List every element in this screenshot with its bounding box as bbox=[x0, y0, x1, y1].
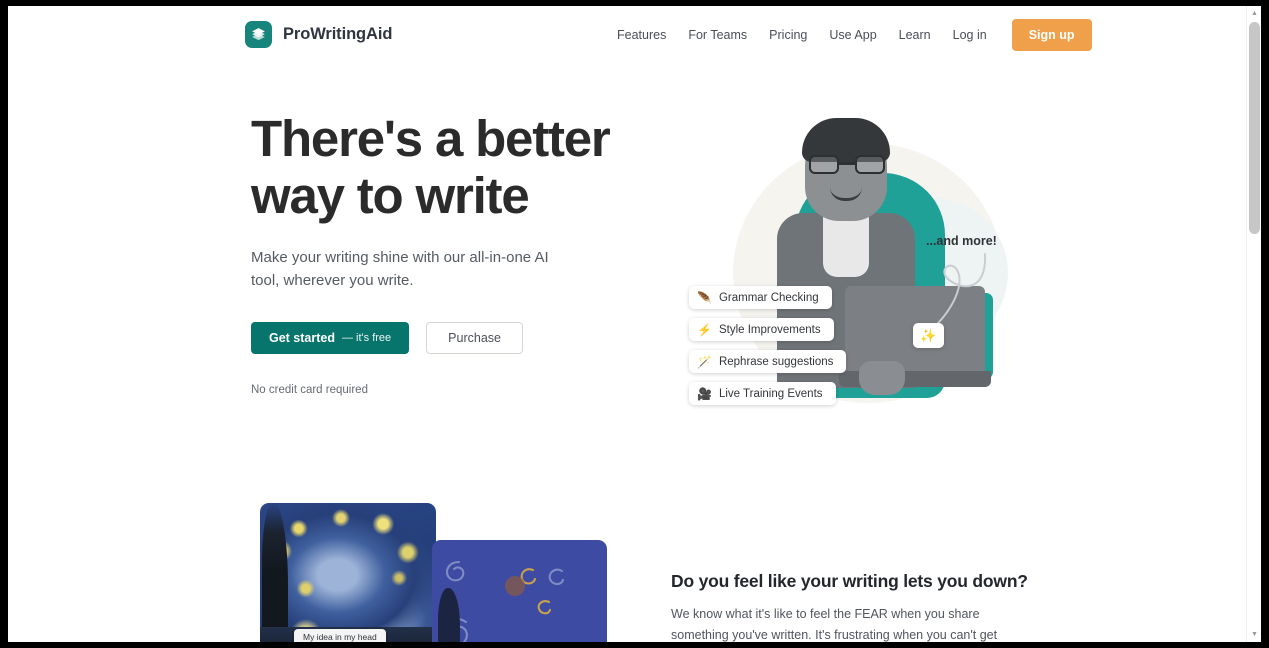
feature-chip-label: Grammar Checking bbox=[718, 291, 819, 304]
nav-item-for-teams[interactable]: For Teams bbox=[677, 22, 758, 48]
idea-caption: My idea in my head bbox=[294, 629, 386, 642]
purchase-button[interactable]: Purchase bbox=[426, 321, 523, 354]
main-navigation: Features For Teams Pricing Use App Learn… bbox=[606, 18, 1092, 51]
movie-camera-icon: 🎥 bbox=[697, 386, 712, 401]
browser-window: ProWritingAid Features For Teams Pricing… bbox=[0, 0, 1269, 648]
vertical-scrollbar[interactable]: ▲ ▼ bbox=[1246, 6, 1261, 642]
brand-name: ProWritingAid bbox=[283, 25, 393, 43]
nav-item-learn[interactable]: Learn bbox=[888, 22, 942, 48]
prowritingaid-book-logo-icon bbox=[245, 21, 272, 48]
get-started-label: Get started bbox=[269, 330, 335, 345]
feature-chip-style-improvements[interactable]: ⚡ Style Improvements bbox=[689, 318, 834, 341]
sparkles-chip[interactable]: ✨ bbox=[913, 323, 944, 348]
page-content: ProWritingAid Features For Teams Pricing… bbox=[8, 6, 1246, 642]
curved-pointer-line-icon bbox=[930, 253, 987, 331]
get-started-button[interactable]: Get started — it's free bbox=[251, 321, 410, 354]
feature-chip-grammar-checking[interactable]: 🪶 Grammar Checking bbox=[689, 286, 832, 309]
hero-cta-group: Get started — it's free Purchase bbox=[251, 321, 611, 354]
no-credit-card-note: No credit card required bbox=[251, 383, 368, 396]
starry-night-painting bbox=[260, 503, 436, 642]
feather-pen-icon: 🪶 bbox=[697, 290, 712, 305]
feature-chip-rephrase-suggestions[interactable]: 🪄 Rephrase suggestions bbox=[689, 350, 847, 373]
and-more-callout: ...and more! bbox=[926, 234, 997, 248]
hero-subtitle: Make your writing shine with our all-in-… bbox=[251, 249, 549, 290]
feature-chip-live-training-events[interactable]: 🎥 Live Training Events bbox=[689, 382, 836, 405]
page-viewport: ProWritingAid Features For Teams Pricing… bbox=[8, 6, 1261, 642]
hero-title-line-1: There's a better bbox=[251, 110, 611, 167]
feature-chip-label: Live Training Events bbox=[718, 387, 823, 400]
section2-paragraph: We know what it's like to feel the FEAR … bbox=[671, 607, 998, 642]
nav-item-log-in[interactable]: Log in bbox=[942, 22, 998, 48]
scroll-down-arrow-icon[interactable]: ▼ bbox=[1247, 627, 1261, 642]
sign-up-button[interactable]: Sign up bbox=[1011, 18, 1092, 51]
nav-item-features[interactable]: Features bbox=[606, 22, 677, 48]
lightning-bolt-icon: ⚡ bbox=[697, 322, 712, 337]
site-header: ProWritingAid Features For Teams Pricing… bbox=[8, 6, 1246, 63]
person-shirt bbox=[823, 215, 869, 277]
get-started-suffix: — it's free bbox=[342, 331, 392, 344]
cypress-tree-shape bbox=[262, 503, 288, 642]
hero-illustration: 🪶 Grammar Checking ⚡ Style Improvements … bbox=[673, 103, 1023, 448]
feature-chip-label: Rephrase suggestions bbox=[718, 355, 834, 368]
hero-section: There's a better way to write Make your … bbox=[8, 63, 1246, 493]
scroll-up-arrow-icon[interactable]: ▲ bbox=[1247, 6, 1261, 21]
scrollbar-thumb[interactable] bbox=[1249, 22, 1260, 234]
hero-title-line-2: way to write bbox=[251, 167, 530, 225]
hero-title: There's a better way to write bbox=[251, 110, 611, 224]
brand-logo-link[interactable]: ProWritingAid bbox=[245, 21, 392, 48]
writing-lets-you-down-section: My idea in my head Do you feel like your… bbox=[8, 493, 1246, 642]
nav-item-pricing[interactable]: Pricing bbox=[758, 22, 818, 48]
nav-item-use-app[interactable]: Use App bbox=[818, 22, 887, 48]
feature-chip-list: 🪶 Grammar Checking ⚡ Style Improvements … bbox=[689, 286, 847, 405]
feature-chip-label: Style Improvements bbox=[718, 323, 821, 336]
person-hand bbox=[859, 361, 905, 395]
person-glasses-icon bbox=[809, 155, 885, 174]
magic-wand-icon: 🪄 bbox=[697, 354, 712, 369]
simplified-painting-panel bbox=[432, 540, 607, 642]
section2-copy: Do you feel like your writing lets you d… bbox=[671, 571, 1028, 642]
section2-heading: Do you feel like your writing lets you d… bbox=[671, 571, 1028, 591]
hero-copy: There's a better way to write Make your … bbox=[251, 110, 611, 396]
sparkles-icon: ✨ bbox=[920, 327, 937, 343]
starry-night-illustration: My idea in my head bbox=[254, 503, 607, 642]
